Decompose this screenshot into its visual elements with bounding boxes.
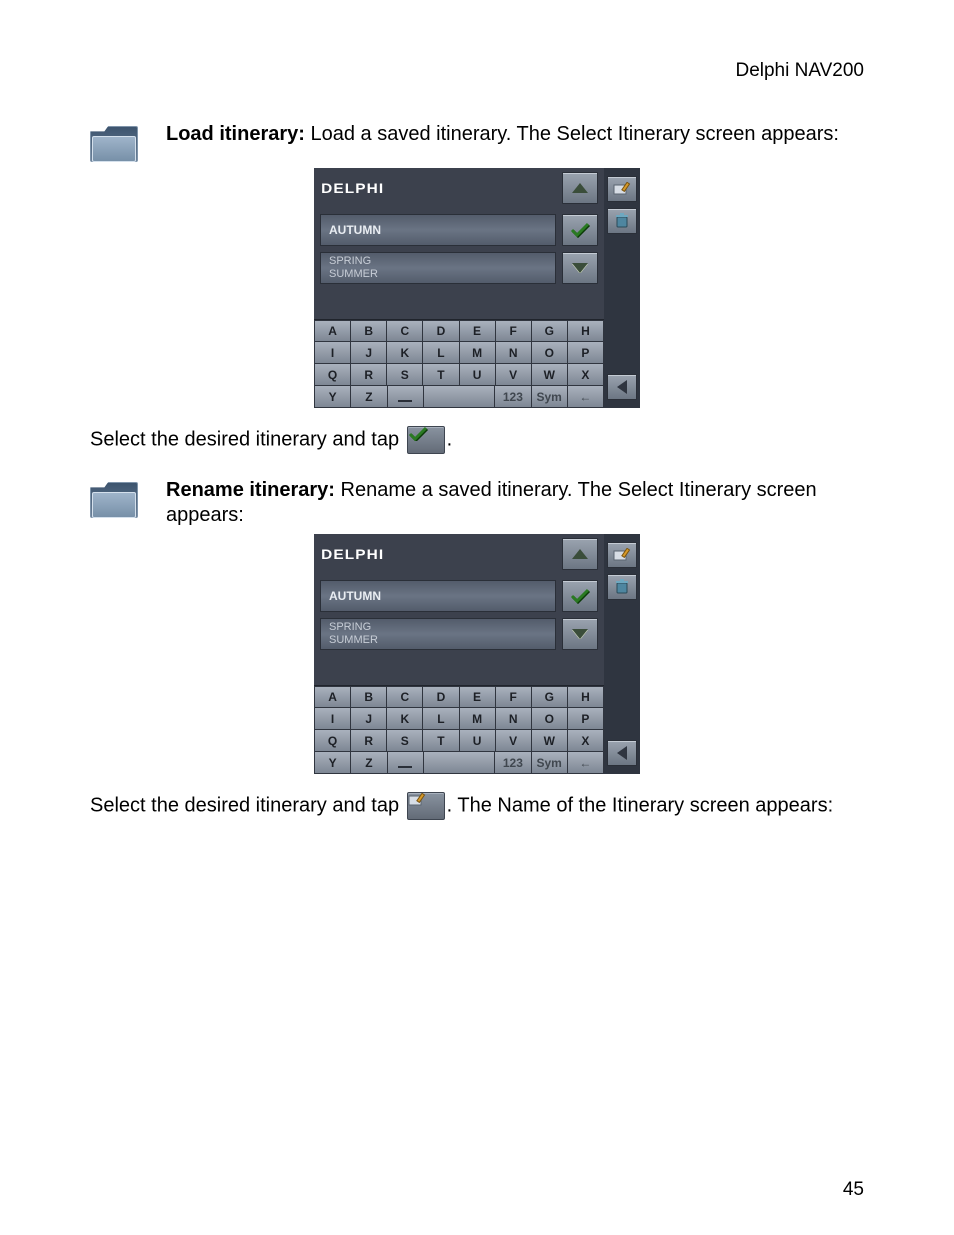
key-p[interactable]: P (568, 708, 604, 730)
inline-confirm-button (407, 426, 445, 454)
select-itinerary-screenshot-2: DELPHI AUTUMN SPRING SUMMER (314, 534, 640, 774)
key-v[interactable]: V (496, 364, 532, 386)
key-f[interactable]: F (496, 320, 532, 342)
key-b[interactable]: B (351, 320, 387, 342)
key-z[interactable]: Z (351, 386, 387, 408)
key-t[interactable]: T (423, 730, 459, 752)
key-y[interactable]: Y (314, 752, 351, 774)
key-s[interactable]: S (387, 364, 423, 386)
rename-after-text: Select the desired itinerary and tap . T… (90, 792, 864, 820)
load-after-text: Select the desired itinerary and tap . (90, 426, 864, 454)
itinerary-selected[interactable]: AUTUMN (320, 214, 556, 246)
scroll-down-button[interactable] (562, 618, 598, 650)
key-d[interactable]: D (423, 686, 459, 708)
key-v[interactable]: V (496, 730, 532, 752)
load-itinerary-body: Load a saved itinerary. The Select Itine… (305, 123, 839, 145)
key-o[interactable]: O (532, 708, 568, 730)
itinerary-other-items[interactable]: SPRING SUMMER (320, 618, 556, 650)
key-l[interactable]: L (423, 708, 459, 730)
folder-icon (90, 482, 138, 518)
key-h[interactable]: H (568, 320, 604, 342)
key-w[interactable]: W (532, 730, 568, 752)
key-m[interactable]: M (460, 342, 496, 364)
key-n[interactable]: N (496, 708, 532, 730)
key-r[interactable]: R (351, 364, 387, 386)
confirm-button[interactable] (562, 580, 598, 612)
key-c[interactable]: C (387, 686, 423, 708)
scroll-up-button[interactable] (562, 172, 598, 204)
key-o[interactable]: O (532, 342, 568, 364)
key-j[interactable]: J (351, 708, 387, 730)
key-a[interactable]: A (314, 686, 351, 708)
rename-itinerary-text: Rename itinerary: Rename a saved itinera… (166, 478, 864, 528)
key-u[interactable]: U (460, 364, 496, 386)
inline-edit-button (407, 792, 445, 820)
key-f[interactable]: F (496, 686, 532, 708)
key-q[interactable]: Q (314, 364, 351, 386)
key-blank[interactable] (424, 386, 496, 408)
key-g[interactable]: G (532, 320, 568, 342)
trash-icon[interactable] (607, 208, 637, 234)
key-sym[interactable]: Sym (532, 386, 568, 408)
doc-header: Delphi NAV200 (90, 60, 864, 82)
key-backspace[interactable]: ← (568, 386, 604, 408)
key-q[interactable]: Q (314, 730, 351, 752)
key-x[interactable]: X (568, 730, 604, 752)
scroll-down-button[interactable] (562, 252, 598, 284)
itinerary-selected[interactable]: AUTUMN (320, 580, 556, 612)
key-123[interactable]: 123 (495, 752, 531, 774)
key-underscore[interactable] (388, 752, 424, 774)
key-e[interactable]: E (460, 320, 496, 342)
key-g[interactable]: G (532, 686, 568, 708)
rename-itinerary-title: Rename itinerary: (166, 479, 335, 501)
key-c[interactable]: C (387, 320, 423, 342)
key-l[interactable]: L (423, 342, 459, 364)
key-a[interactable]: A (314, 320, 351, 342)
key-p[interactable]: P (568, 342, 604, 364)
confirm-button[interactable] (562, 214, 598, 246)
key-s[interactable]: S (387, 730, 423, 752)
key-j[interactable]: J (351, 342, 387, 364)
back-icon[interactable] (607, 374, 637, 400)
device-brand: DELPHI (320, 180, 556, 196)
key-z[interactable]: Z (351, 752, 387, 774)
key-h[interactable]: H (568, 686, 604, 708)
trash-icon[interactable] (607, 574, 637, 600)
key-backspace[interactable]: ← (568, 752, 604, 774)
onscreen-keyboard: A B C D E F G H I J K L M (314, 319, 604, 408)
load-itinerary-text: Load itinerary: Load a saved itinerary. … (166, 122, 864, 147)
key-b[interactable]: B (351, 686, 387, 708)
key-y[interactable]: Y (314, 386, 351, 408)
scroll-up-button[interactable] (562, 538, 598, 570)
key-blank[interactable] (424, 752, 496, 774)
edit-icon[interactable] (607, 176, 637, 202)
key-u[interactable]: U (460, 730, 496, 752)
key-k[interactable]: K (387, 708, 423, 730)
folder-icon (90, 126, 138, 162)
key-t[interactable]: T (423, 364, 459, 386)
key-e[interactable]: E (460, 686, 496, 708)
key-w[interactable]: W (532, 364, 568, 386)
key-i[interactable]: I (314, 342, 351, 364)
device-brand: DELPHI (320, 546, 556, 562)
edit-icon[interactable] (607, 542, 637, 568)
key-underscore[interactable] (388, 386, 424, 408)
key-k[interactable]: K (387, 342, 423, 364)
key-sym[interactable]: Sym (532, 752, 568, 774)
load-itinerary-title: Load itinerary: (166, 123, 305, 145)
key-x[interactable]: X (568, 364, 604, 386)
key-m[interactable]: M (460, 708, 496, 730)
back-icon[interactable] (607, 740, 637, 766)
key-d[interactable]: D (423, 320, 459, 342)
page-number: 45 (843, 1179, 864, 1201)
key-i[interactable]: I (314, 708, 351, 730)
key-123[interactable]: 123 (495, 386, 531, 408)
itinerary-other-items[interactable]: SPRING SUMMER (320, 252, 556, 284)
key-n[interactable]: N (496, 342, 532, 364)
key-r[interactable]: R (351, 730, 387, 752)
select-itinerary-screenshot-1: DELPHI AUTUMN SPRING SUMMER (314, 168, 640, 408)
onscreen-keyboard: A B C D E F G H I J K L M (314, 685, 604, 774)
